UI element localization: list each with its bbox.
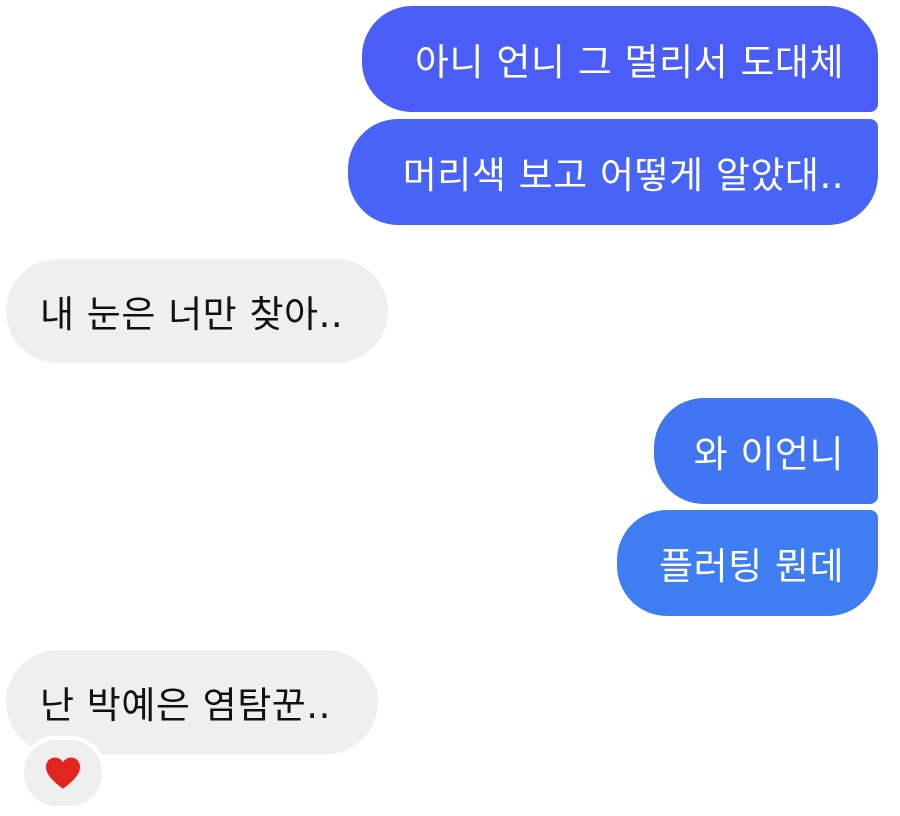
message-text: 머리색 보고 어떻게 알았대.. <box>402 154 844 197</box>
message-text: 아니 언니 그 멀리서 도대체 <box>415 41 844 84</box>
message-text: 난 박예은 염탐꾼.. <box>40 684 331 727</box>
message-text: 와 이언니 <box>693 433 844 476</box>
message-bubble-sent[interactable]: 와 이언니 <box>654 398 878 504</box>
reaction-badge[interactable] <box>20 736 106 810</box>
message-bubble-sent[interactable]: 아니 언니 그 멀리서 도대체 <box>362 6 878 112</box>
message-bubble-sent[interactable]: 머리색 보고 어떻게 알았대.. <box>348 119 878 225</box>
heart-icon <box>46 757 80 789</box>
message-text: 내 눈은 너만 찾아.. <box>40 293 344 336</box>
message-bubble-sent[interactable]: 플러팅 뭔데 <box>617 510 878 616</box>
message-bubble-received[interactable]: 내 눈은 너만 찾아.. <box>6 259 388 363</box>
message-text: 플러팅 뭔데 <box>659 545 844 588</box>
